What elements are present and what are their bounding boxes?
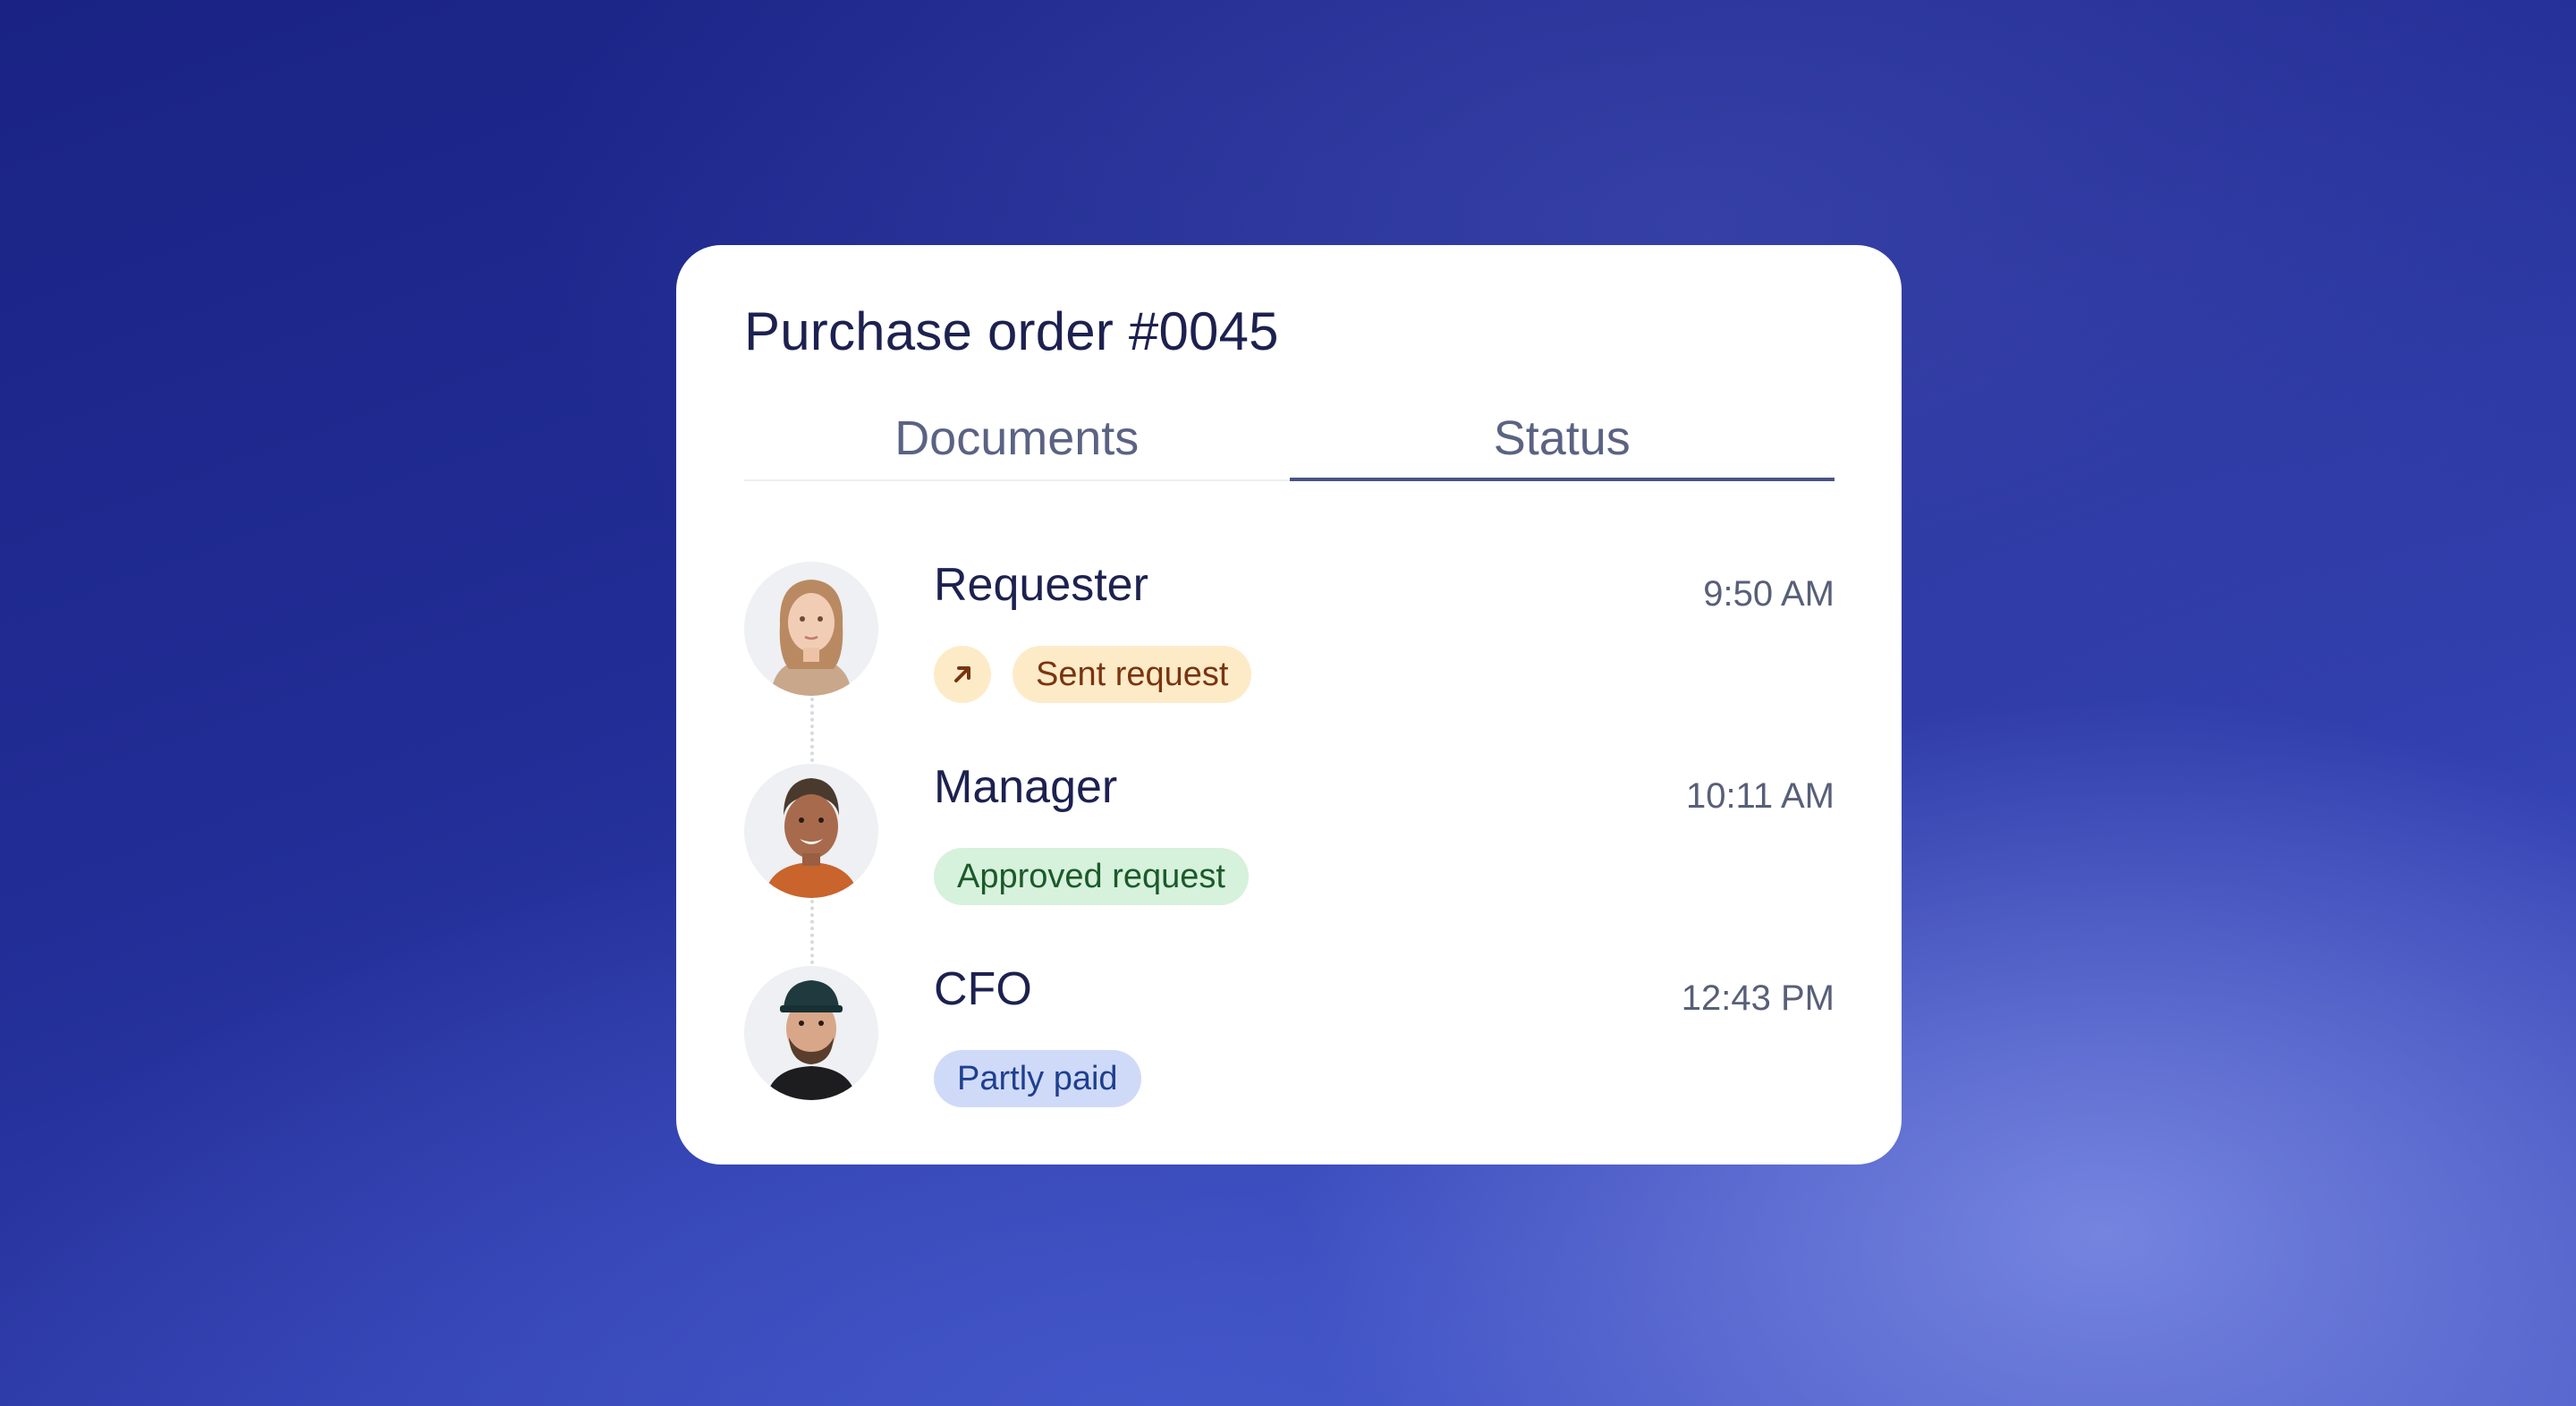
status-badges: Partly paid <box>934 1050 1141 1107</box>
role-label: CFO <box>934 963 1032 1015</box>
timeline-item-manager: Manager 10:11 AM Approved request <box>744 761 1835 964</box>
avatar <box>744 764 878 898</box>
avatar <box>744 562 878 696</box>
status-badge: Partly paid <box>934 1050 1141 1107</box>
status-badge: Approved request <box>934 848 1249 905</box>
role-label: Requester <box>934 559 1148 611</box>
role-label: Manager <box>934 761 1118 813</box>
timeline-connector <box>810 698 814 762</box>
status-badges: Approved request <box>934 848 1249 905</box>
timeline-item-requester: Requester 9:50 AM Sent request <box>744 559 1835 762</box>
tab-bar: Documents Status <box>744 406 1835 481</box>
timestamp: 12:43 PM <box>1681 978 1835 1018</box>
tab-documents[interactable]: Documents <box>744 406 1290 479</box>
arrow-up-right-icon <box>934 646 991 703</box>
status-badges: Sent request <box>934 646 1252 703</box>
status-badge: Sent request <box>1013 646 1252 703</box>
timeline-connector <box>810 900 814 964</box>
tab-status[interactable]: Status <box>1289 406 1835 481</box>
purchase-order-card: Purchase order #0045 Documents Status Re… <box>676 245 1902 1165</box>
timestamp: 10:11 AM <box>1685 776 1835 816</box>
timestamp: 9:50 AM <box>1703 574 1835 614</box>
page-title: Purchase order #0045 <box>744 301 1279 361</box>
avatar <box>744 966 878 1100</box>
timeline-item-cfo: CFO 12:43 PM Partly paid <box>744 963 1835 1109</box>
